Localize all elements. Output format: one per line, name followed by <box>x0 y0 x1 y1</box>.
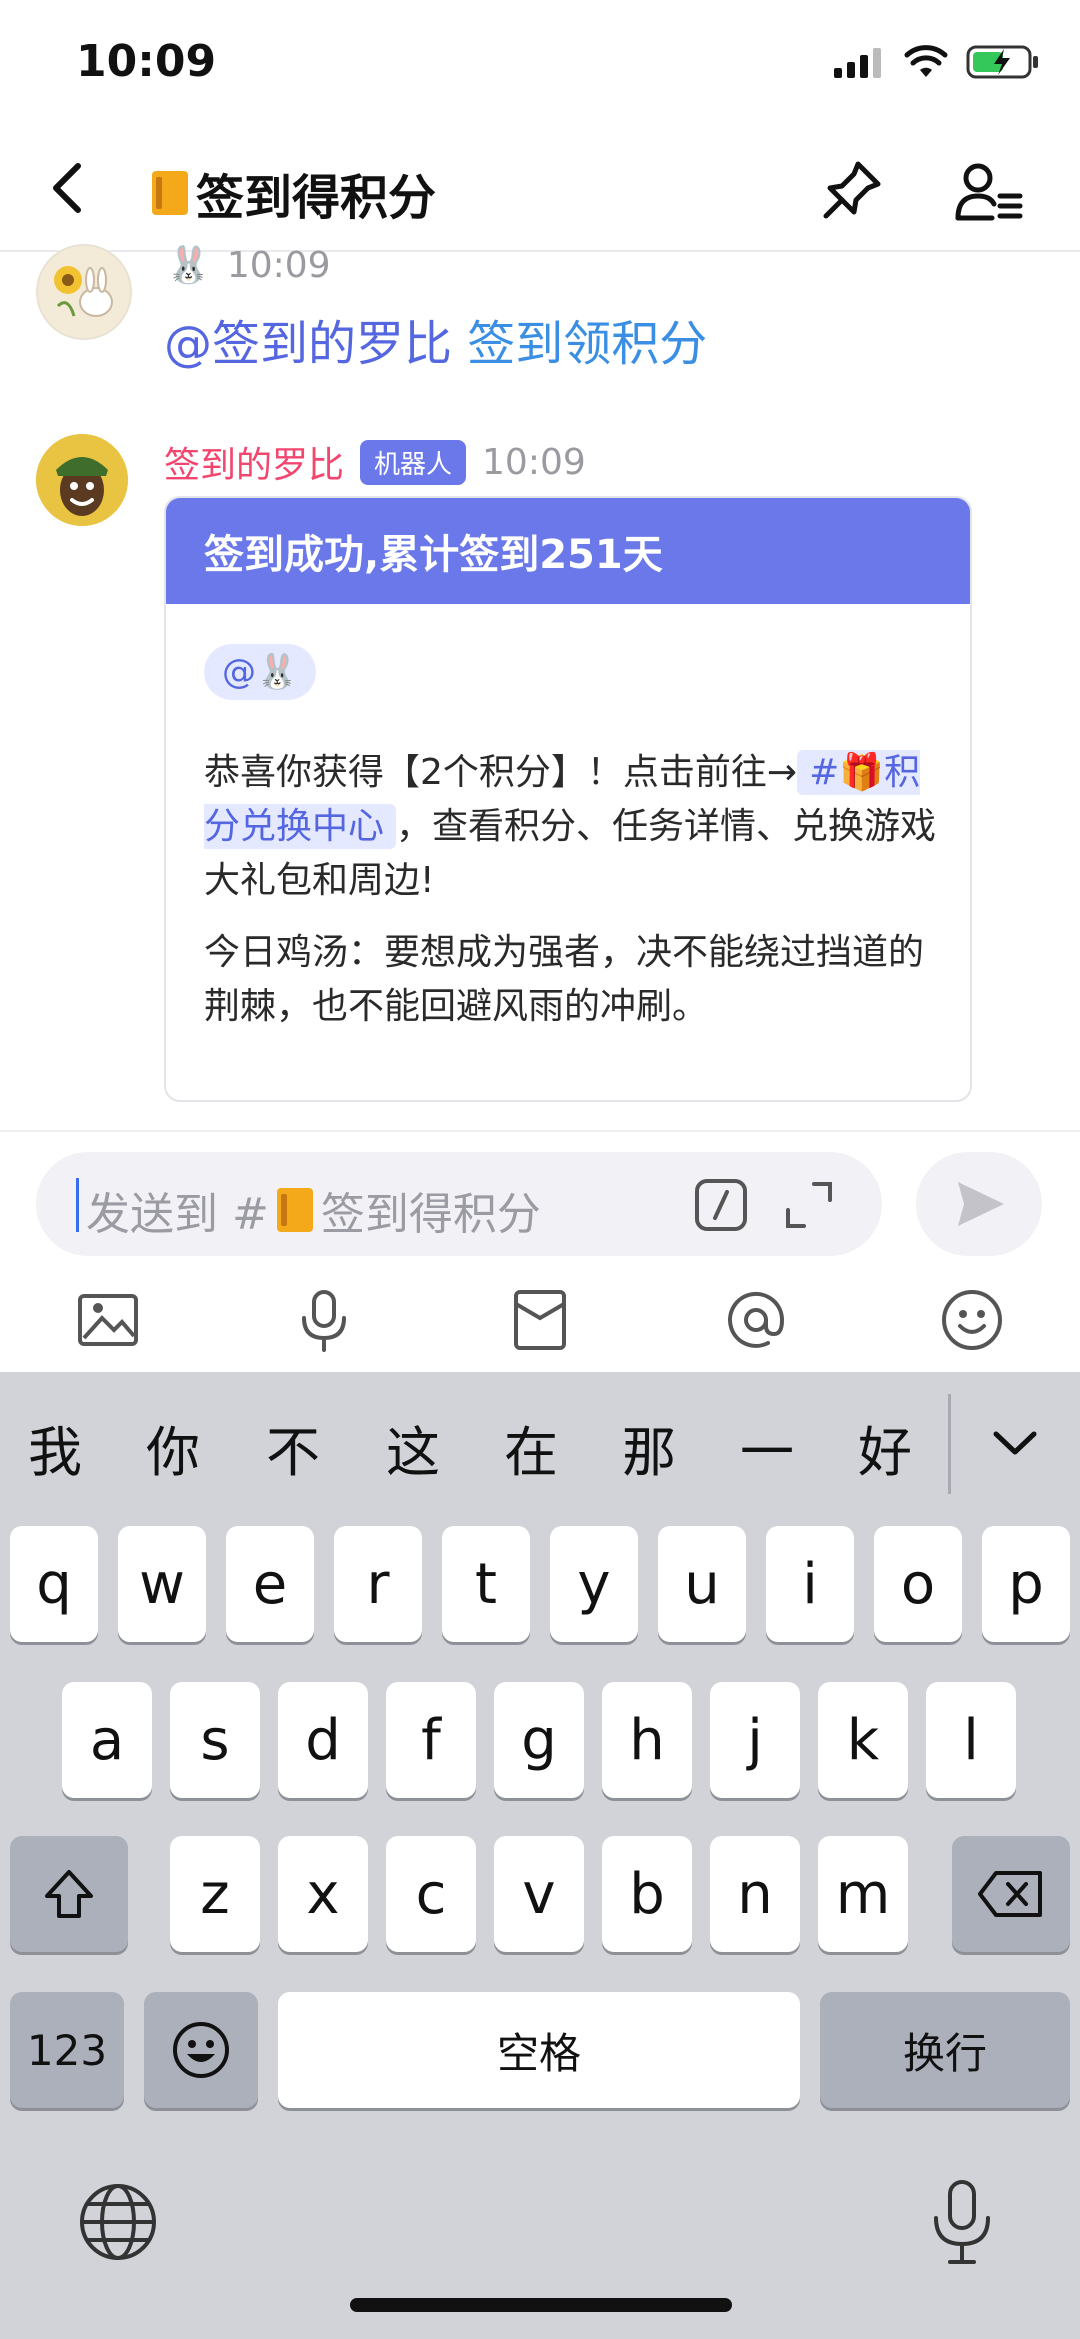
candidate-word[interactable]: 那 <box>622 1408 676 1487</box>
dictation-microphone-icon[interactable] <box>922 2178 1002 2268</box>
placeholder-channel: 签到得积分 <box>320 1189 541 1240</box>
key-i[interactable]: i <box>766 1526 854 1642</box>
backspace-key[interactable] <box>952 1836 1070 1952</box>
emoji-icon <box>173 2022 229 2078</box>
text-caret <box>76 1178 79 1232</box>
expand-icon[interactable] <box>782 1178 836 1232</box>
return-key[interactable]: 换行 <box>820 1992 1070 2108</box>
pin-icon[interactable] <box>820 158 884 222</box>
key-p[interactable]: p <box>982 1526 1070 1642</box>
key-k[interactable]: k <box>818 1682 908 1798</box>
composer-toolbar <box>0 1270 1080 1370</box>
back-arrow-icon[interactable] <box>40 158 100 218</box>
rabbit-avatar-icon <box>54 266 113 317</box>
orange-book-icon <box>276 1188 313 1232</box>
key-e[interactable]: e <box>226 1526 314 1642</box>
member-list-icon[interactable] <box>954 160 1024 224</box>
key-z[interactable]: z <box>170 1836 260 1952</box>
candidate-divider <box>948 1394 951 1494</box>
checkin-card: 签到成功,累计签到251天 @🐰 恭喜你获得【2个积分】！点击前往→ #🎁积分兑换… <box>164 496 972 1102</box>
numbers-key[interactable]: 123 <box>10 1992 124 2108</box>
checkin-link[interactable]: 签到领积分 <box>467 316 707 372</box>
wifi-icon <box>904 45 948 77</box>
key-c[interactable]: c <box>386 1836 476 1952</box>
message-meta: 🐰 10:09 <box>166 244 331 287</box>
status-icons <box>834 44 1040 80</box>
backspace-icon <box>978 1871 1042 1917</box>
key-v[interactable]: v <box>494 1836 584 1952</box>
send-button[interactable] <box>916 1152 1042 1256</box>
orange-book-icon <box>152 171 188 215</box>
card-body: 恭喜你获得【2个积分】！点击前往→ #🎁积分兑换中心 ，查看积分、任务详情、兑换游戏… <box>204 746 944 1052</box>
status-time: 10:09 <box>76 36 217 87</box>
key-n[interactable]: n <box>710 1836 800 1952</box>
channel-title[interactable]: 签到得积分 <box>152 158 436 228</box>
home-indicator <box>350 2298 732 2312</box>
battery-charging-icon <box>966 45 1038 79</box>
key-f[interactable]: f <box>386 1682 476 1798</box>
candidate-word[interactable]: 好 <box>858 1408 912 1487</box>
key-g[interactable]: g <box>494 1682 584 1798</box>
mention-link[interactable]: @签到的罗比 <box>164 316 452 372</box>
message-time: 10:09 <box>482 441 586 483</box>
emoji-key[interactable] <box>144 1992 258 2108</box>
red-packet-icon[interactable] <box>508 1288 572 1352</box>
bot-badge: 机器人 <box>360 439 467 485</box>
channel-title-text: 签到得积分 <box>196 170 437 226</box>
key-h[interactable]: h <box>602 1682 692 1798</box>
key-y[interactable]: y <box>550 1526 638 1642</box>
key-m[interactable]: m <box>818 1836 908 1952</box>
image-icon[interactable] <box>76 1288 140 1352</box>
key-j[interactable]: j <box>710 1682 800 1798</box>
candidate-word[interactable]: 一 <box>740 1408 794 1487</box>
candidate-word[interactable]: 在 <box>504 1408 558 1487</box>
key-a[interactable]: a <box>62 1682 152 1798</box>
candidate-word[interactable]: 不 <box>266 1408 320 1487</box>
input-placeholder: 发送到 # 签到得积分 <box>86 1178 541 1242</box>
card-title: 签到成功,累计签到251天 <box>166 498 970 604</box>
mention-pill[interactable]: @🐰 <box>204 644 317 700</box>
message-input[interactable]: 发送到 # 签到得积分 <box>36 1152 882 1256</box>
candidate-word[interactable]: 你 <box>146 1408 200 1487</box>
key-l[interactable]: l <box>926 1682 1016 1798</box>
bot-avatar[interactable] <box>36 434 128 526</box>
key-b[interactable]: b <box>602 1836 692 1952</box>
at-mention-icon[interactable] <box>724 1288 788 1352</box>
user-avatar[interactable] <box>36 244 132 340</box>
card-paragraph: 恭喜你获得【2个积分】！点击前往→ #🎁积分兑换中心 ，查看积分、任务详情、兑换游戏… <box>204 746 944 908</box>
emoji-icon[interactable] <box>940 1288 1004 1352</box>
key-w[interactable]: w <box>118 1526 206 1642</box>
sender-name[interactable]: 签到的罗比 <box>164 436 344 488</box>
send-icon <box>958 1182 1004 1226</box>
key-s[interactable]: s <box>170 1682 260 1798</box>
composer-divider <box>0 1130 1080 1132</box>
placeholder-prefix: 发送到 # <box>86 1189 269 1240</box>
key-u[interactable]: u <box>658 1526 746 1642</box>
message-time: 10:09 <box>226 244 331 286</box>
card-paragraph: 今日鸡汤：要想成为强者，决不能绕过挡道的荆棘，也不能回避风雨的冲刷。 <box>204 932 925 1027</box>
candidate-bar: 我 你 不 这 在 那 一 好 <box>0 1372 1080 1522</box>
space-key[interactable]: 空格 <box>278 1992 800 2108</box>
shift-icon <box>45 1870 93 1918</box>
chevron-down-icon[interactable] <box>990 1418 1040 1468</box>
card-text: 恭喜你获得【2个积分】！点击前往→ <box>204 752 798 793</box>
signal-icon <box>834 48 881 78</box>
microphone-icon[interactable] <box>292 1288 356 1352</box>
sender-emoji[interactable]: 🐰 <box>166 244 211 286</box>
key-d[interactable]: d <box>278 1682 368 1798</box>
bot-avatar-icon <box>36 434 128 526</box>
globe-icon[interactable] <box>78 2182 158 2262</box>
key-x[interactable]: x <box>278 1836 368 1952</box>
keyboard: 我 你 不 这 在 那 一 好 q w e r t y u i o p a s … <box>0 1372 1080 2339</box>
message-text: @签到的罗比 签到领积分 <box>164 304 707 374</box>
candidate-word[interactable]: 我 <box>28 1408 82 1487</box>
shift-key[interactable] <box>10 1836 128 1952</box>
slash-command-icon[interactable] <box>694 1178 748 1232</box>
key-t[interactable]: t <box>442 1526 530 1642</box>
key-r[interactable]: r <box>334 1526 422 1642</box>
key-o[interactable]: o <box>874 1526 962 1642</box>
key-q[interactable]: q <box>10 1526 98 1642</box>
message-meta: 签到的罗比 机器人 10:09 <box>164 436 586 488</box>
candidate-word[interactable]: 这 <box>386 1408 440 1487</box>
